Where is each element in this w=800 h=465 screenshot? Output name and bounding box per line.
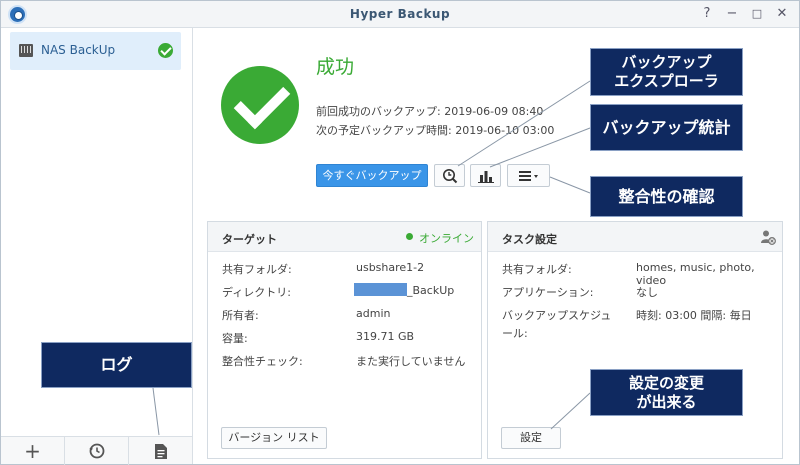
row-value: usbshare1-2 <box>356 261 425 274</box>
row-value: また実行していません <box>356 355 466 368</box>
task-sidebar: NAS BackUp + <box>1 28 193 465</box>
online-status: オンライン <box>419 232 474 245</box>
row-label: 共有フォルダ: <box>222 263 292 276</box>
settings-button[interactable]: 設定 <box>501 427 561 449</box>
menu-icon <box>518 171 538 181</box>
row-label: 整合性チェック: <box>222 355 303 368</box>
more-actions-menu-button[interactable] <box>507 164 550 187</box>
last-success-time: 前回成功のバックアップ: 2019-06-09 08:40 <box>316 105 544 118</box>
row-value: 時刻: 03:00 間隔: 毎日 <box>636 309 752 322</box>
sidebar-item-nas-backup[interactable]: NAS BackUp <box>10 32 181 70</box>
row-label: 容量: <box>222 332 248 345</box>
status-title: 成功 <box>316 56 355 78</box>
backup-explorer-button[interactable] <box>434 164 465 187</box>
sidebar-bottom-bar: + <box>1 436 192 465</box>
row-label: 所有者: <box>222 309 259 322</box>
next-scheduled-time: 次の予定バックアップ時間: 2019-06-10 03:00 <box>316 124 555 137</box>
online-status-dot-icon <box>406 233 413 240</box>
minimize-button[interactable]: − <box>723 5 741 23</box>
backup-statistics-button[interactable] <box>470 164 501 187</box>
task-settings-title: タスク設定 <box>502 233 557 246</box>
callout-settings-change: 設定の変更 が出来る <box>590 369 743 416</box>
row-label: バックアップスケジュール: <box>502 309 612 340</box>
history-icon <box>89 443 104 459</box>
window-title: Hyper Backup <box>349 7 451 21</box>
task-settings-header: タスク設定 <box>488 222 782 252</box>
check-circle-icon <box>158 43 173 58</box>
hyper-backup-window: Hyper Backup ? − □ ✕ NAS BackUp + 成功 前回成… <box>0 0 800 465</box>
log-button[interactable] <box>129 437 192 465</box>
restore-button[interactable] <box>65 437 129 465</box>
row-label: ディレクトリ: <box>222 286 291 299</box>
add-task-button[interactable]: + <box>1 437 65 465</box>
maximize-button[interactable]: □ <box>748 5 766 23</box>
target-panel-title: ターゲット <box>222 233 277 246</box>
callout-backup-explorer: バックアップ エクスプローラ <box>590 48 743 96</box>
nas-icon <box>19 44 33 57</box>
document-icon <box>154 444 167 459</box>
user-settings-icon[interactable] <box>760 229 776 245</box>
row-value: 319.71 GB <box>356 330 415 343</box>
callout-integrity-check: 整合性の確認 <box>590 176 743 217</box>
help-button[interactable]: ? <box>698 5 716 23</box>
row-label: アプリケーション: <box>502 286 594 299</box>
bar-chart-icon <box>477 171 494 183</box>
task-settings-panel: タスク設定 共有フォルダ: homes, music, photo, video… <box>487 221 783 459</box>
clock-search-icon <box>442 169 457 184</box>
callout-log: ログ <box>41 342 192 388</box>
task-name: NAS BackUp <box>41 43 116 57</box>
target-panel-header: ターゲット オンライン <box>208 222 481 252</box>
row-label: 共有フォルダ: <box>502 263 572 276</box>
close-button[interactable]: ✕ <box>773 5 791 23</box>
backup-now-button[interactable]: 今すぐバックアップ <box>316 164 428 187</box>
success-check-icon <box>221 66 299 144</box>
row-value: admin <box>356 307 391 320</box>
row-value: なし <box>636 286 658 299</box>
callout-backup-statistics: バックアップ統計 <box>590 104 743 151</box>
title-bar: Hyper Backup ? − □ ✕ <box>1 1 799 28</box>
plus-icon: + <box>24 439 41 463</box>
target-panel: ターゲット オンライン 共有フォルダ: usbshare1-2 ディレクトリ: … <box>207 221 482 459</box>
row-value: _BackUp <box>407 284 455 297</box>
version-list-button[interactable]: バージョン リスト <box>221 427 327 449</box>
redacted-region <box>354 283 407 296</box>
